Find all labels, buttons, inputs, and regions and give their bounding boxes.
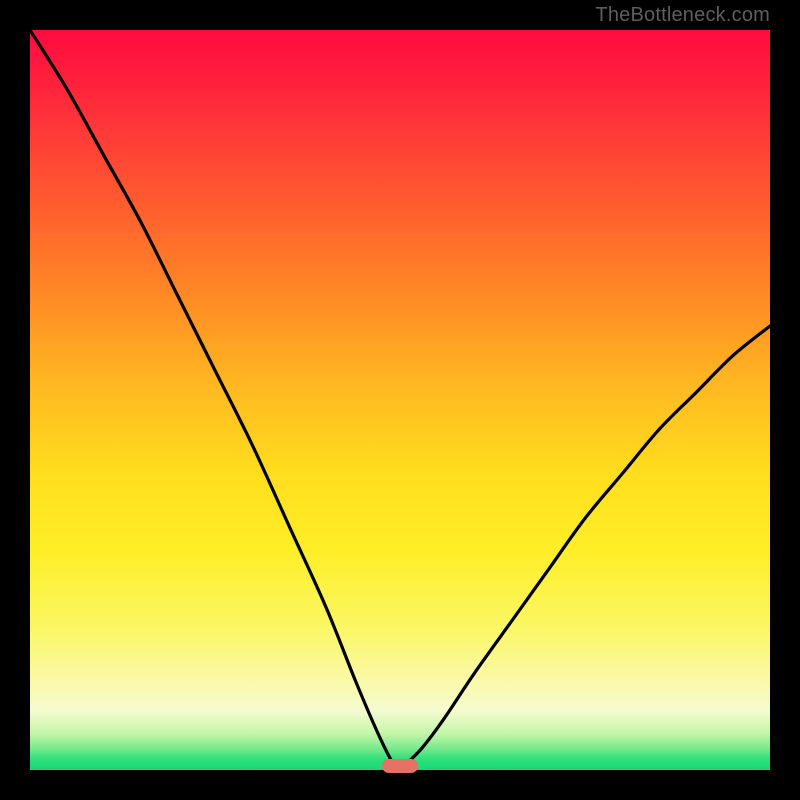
chart-frame: TheBottleneck.com — [0, 0, 800, 800]
watermark-text: TheBottleneck.com — [595, 4, 770, 27]
bottleneck-curve — [30, 30, 770, 770]
plot-area — [30, 30, 770, 770]
minimum-marker — [382, 759, 418, 773]
